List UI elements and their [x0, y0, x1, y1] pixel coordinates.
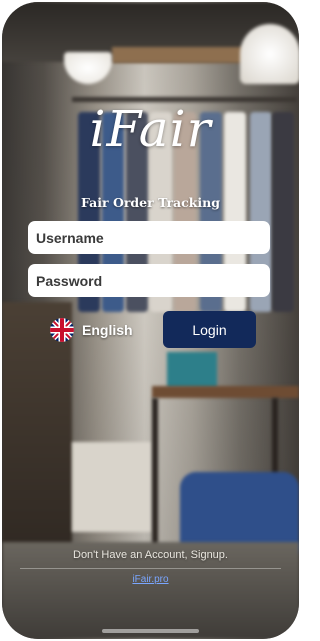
footer-divider [20, 568, 281, 569]
password-input[interactable] [28, 264, 270, 297]
site-link[interactable]: iFair.pro [2, 574, 299, 585]
app-logo: iFair [89, 100, 212, 158]
language-label: English [82, 322, 133, 338]
home-indicator [102, 629, 199, 633]
app-tagline: Fair Order Tracking [80, 195, 220, 210]
background-poster [167, 352, 217, 388]
username-input[interactable] [28, 221, 270, 254]
phone-screen: iFair Fair Order Tracking English Login … [2, 2, 299, 639]
background-table [152, 386, 299, 398]
login-button[interactable]: Login [163, 311, 256, 348]
language-selector[interactable]: English [50, 315, 140, 345]
background-lamp-right [240, 24, 299, 84]
uk-flag-icon [50, 318, 74, 342]
signup-link[interactable]: Don't Have an Account, Signup. [2, 549, 299, 561]
background-lamp-left [64, 52, 112, 84]
background-boxes [72, 442, 152, 532]
